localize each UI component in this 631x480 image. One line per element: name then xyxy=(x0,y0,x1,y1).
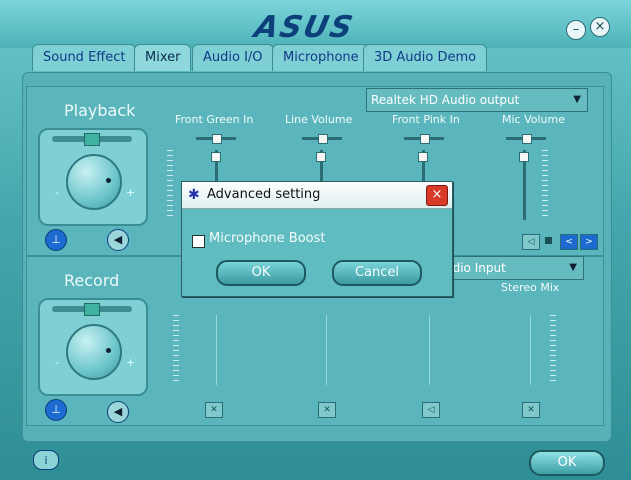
volume-thumb[interactable] xyxy=(418,152,428,162)
mute-icon[interactable]: ◁ xyxy=(522,234,540,250)
volume-thumb[interactable] xyxy=(316,152,326,162)
playback-device-value: Realtek HD Audio output xyxy=(371,93,520,107)
close-button[interactable]: × xyxy=(590,17,610,37)
channel-label-line-volume: Line Volume xyxy=(285,113,353,126)
record-volume-knob[interactable] xyxy=(66,324,122,380)
record-title: Record xyxy=(64,271,120,290)
record-scale xyxy=(550,315,556,385)
mute-disabled-icon[interactable]: ✕ xyxy=(205,402,223,418)
mute-icon[interactable]: ◁ xyxy=(422,402,440,418)
record-grid-line xyxy=(530,315,531,385)
plus-label: + xyxy=(126,186,136,199)
brand-logo: ASUS xyxy=(251,10,358,45)
front-pink-balance[interactable] xyxy=(404,134,444,144)
tab-microphone[interactable]: Microphone xyxy=(272,44,370,71)
mute-disabled-icon[interactable]: ✕ xyxy=(318,402,336,418)
minus-label: - xyxy=(55,186,59,199)
minimize-button[interactable]: – xyxy=(566,20,586,40)
record-grid-line xyxy=(326,315,327,385)
volume-thumb[interactable] xyxy=(211,152,221,162)
volume-scale xyxy=(542,150,548,220)
tab-bar: Sound Effect Mixer Audio I/O Microphone … xyxy=(22,44,612,72)
balance-thumb[interactable] xyxy=(522,134,532,144)
plus-label: + xyxy=(126,356,136,369)
balance-thumb[interactable] xyxy=(84,303,100,316)
minus-label: - xyxy=(55,356,59,369)
volume-scale xyxy=(167,150,173,220)
mute-disabled-icon[interactable]: ✕ xyxy=(522,402,540,418)
dialog-title-bar: ✱ Advanced setting × xyxy=(182,182,452,209)
balance-thumb[interactable] xyxy=(420,134,430,144)
tab-audio-io[interactable]: Audio I/O xyxy=(192,44,274,71)
knob-indicator xyxy=(106,178,111,183)
record-grid-line xyxy=(429,315,430,385)
prev-page-button[interactable]: < xyxy=(560,234,578,250)
mic-volume-balance[interactable] xyxy=(506,134,546,144)
channel-label-mic-volume: Mic Volume xyxy=(502,113,566,126)
balance-thumb[interactable] xyxy=(84,133,100,146)
playback-balance-slider[interactable] xyxy=(52,133,132,146)
realtek-crab-icon: ✱ xyxy=(188,187,200,203)
tab-mixer[interactable]: Mixer xyxy=(134,44,192,71)
balance-thumb[interactable] xyxy=(212,134,222,144)
chevron-down-icon: ▼ xyxy=(573,94,581,105)
record-grid-line xyxy=(216,315,217,385)
front-green-balance[interactable] xyxy=(196,134,236,144)
tab-sound-effect[interactable]: Sound Effect xyxy=(32,44,137,71)
main-ok-button[interactable]: OK xyxy=(529,450,605,476)
record-pin-icon[interactable]: ⊥ xyxy=(45,399,67,421)
playback-title: Playback xyxy=(64,101,136,120)
indicator-icon xyxy=(545,237,552,244)
knob-indicator xyxy=(106,348,111,353)
dialog-ok-button[interactable]: OK xyxy=(216,260,306,286)
info-icon[interactable]: i xyxy=(33,450,59,470)
record-device-value: udio Input xyxy=(445,261,506,275)
channel-label-front-pink-in: Front Pink In xyxy=(392,113,460,126)
chevron-down-icon: ▼ xyxy=(569,262,577,273)
record-scale xyxy=(173,315,179,385)
playback-volume-knob[interactable] xyxy=(66,154,122,210)
record-speaker-icon[interactable]: ◀ xyxy=(107,401,129,423)
advanced-setting-dialog: ✱ Advanced setting × Microphone Boost OK… xyxy=(181,181,453,297)
record-device-select[interactable]: udio Input ▼ xyxy=(440,256,584,280)
dialog-cancel-button[interactable]: Cancel xyxy=(332,260,422,286)
balance-thumb[interactable] xyxy=(318,134,328,144)
playback-pin-icon[interactable]: ⊥ xyxy=(45,229,67,251)
dialog-close-button[interactable]: × xyxy=(426,185,448,206)
volume-thumb[interactable] xyxy=(519,152,529,162)
dialog-title: Advanced setting xyxy=(207,187,321,202)
record-balance-slider[interactable] xyxy=(52,303,132,316)
record-volume-control: - + xyxy=(38,298,148,396)
next-page-button[interactable]: > xyxy=(580,234,598,250)
tab-3d-audio-demo[interactable]: 3D Audio Demo xyxy=(363,44,488,71)
record-source-label: Stereo Mix xyxy=(501,281,560,294)
playback-device-select[interactable]: Realtek HD Audio output ▼ xyxy=(366,88,588,112)
channel-label-front-green-in: Front Green In xyxy=(175,113,254,126)
playback-speaker-icon[interactable]: ◀ xyxy=(107,229,129,251)
microphone-boost-label[interactable]: Microphone Boost xyxy=(209,231,326,246)
line-volume-balance[interactable] xyxy=(302,134,342,144)
microphone-boost-checkbox[interactable] xyxy=(192,235,205,248)
playback-volume-control: - + xyxy=(38,128,148,226)
